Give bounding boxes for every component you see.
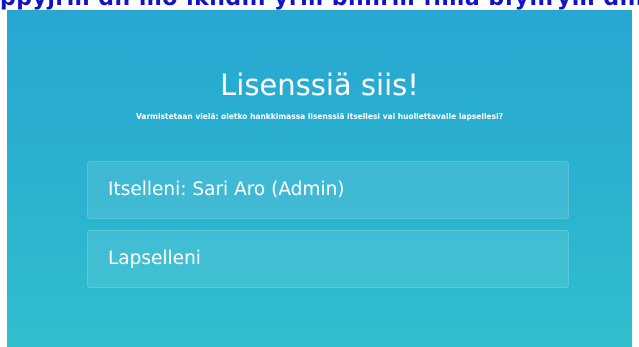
top-banner-text: ppyjrm dh mo ikhdin yrm bnhrm flma bfyll… xyxy=(0,0,639,10)
dialog-subtitle: Varmistetaan vielä: oletko hankkimassa l… xyxy=(136,112,503,121)
option-self-label: Itselleni: Sari Aro (Admin) xyxy=(108,179,345,200)
dialog-title: Lisenssiä siis! xyxy=(220,68,419,102)
option-self-button[interactable]: Itselleni: Sari Aro (Admin) xyxy=(87,161,569,219)
license-dialog: Lisenssiä siis! Varmistetaan vielä: olet… xyxy=(7,10,632,347)
option-child-label: Lapselleni xyxy=(108,248,201,269)
top-banner-strip: ppyjrm dh mo ikhdin yrm bnhrm flma bfyll… xyxy=(0,0,639,10)
option-child-button[interactable]: Lapselleni xyxy=(87,230,569,288)
